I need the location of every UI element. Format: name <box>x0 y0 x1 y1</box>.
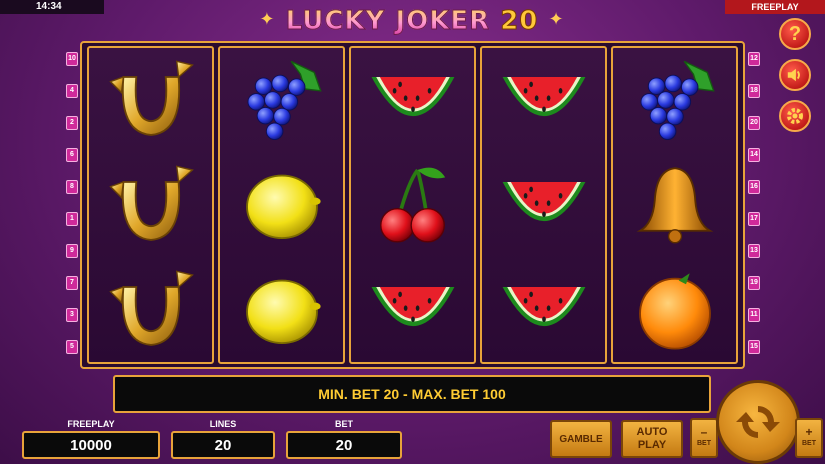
bet-label: BET <box>335 419 353 429</box>
gear-icon <box>787 108 803 124</box>
sound-button[interactable] <box>779 59 811 91</box>
lines-panel: LINES 20 <box>171 419 275 459</box>
reel-4 <box>480 46 607 364</box>
payline-tag[interactable]: 5 <box>66 340 78 354</box>
logo-ornament-left: ✦ <box>259 9 276 30</box>
payline-tag[interactable]: 14 <box>748 148 760 162</box>
freeplay-label: FREEPLAY <box>67 419 115 429</box>
watermelon-symbol <box>354 261 472 359</box>
payline-tag[interactable]: 9 <box>66 244 78 258</box>
autoplay-button[interactable]: AUTO PLAY <box>621 420 683 458</box>
payline-tag[interactable]: 4 <box>66 84 78 98</box>
payline-tag[interactable]: 7 <box>66 276 78 290</box>
horseshoe-symbol <box>92 51 210 149</box>
plus-icon: + <box>805 425 813 439</box>
orange-symbol <box>616 261 734 359</box>
payline-indicators-right: 12 18 20 14 16 17 13 19 11 15 <box>748 52 760 372</box>
cherries-symbol <box>354 156 472 254</box>
watermelon-symbol <box>485 51 603 149</box>
horseshoe-symbol <box>92 156 210 254</box>
payline-tag[interactable]: 19 <box>748 276 760 290</box>
spin-button[interactable] <box>716 380 800 464</box>
bet-increase-label: BET <box>802 440 816 447</box>
logo-title: LUCKY JOKER <box>285 6 491 37</box>
help-button[interactable]: ? <box>779 18 811 50</box>
gamble-button[interactable]: GAMBLE <box>550 420 612 458</box>
payline-tag[interactable]: 6 <box>66 148 78 162</box>
payline-tag[interactable]: 3 <box>66 308 78 322</box>
autoplay-label-line1: AUTO <box>636 426 668 438</box>
minus-icon: – <box>700 425 708 439</box>
payline-tag[interactable]: 2 <box>66 116 78 130</box>
reel-5 <box>611 46 738 364</box>
bell-symbol <box>616 156 734 254</box>
watermelon-symbol <box>485 156 603 254</box>
bet-increase-button[interactable]: + BET <box>795 418 823 458</box>
lemon-symbol <box>223 156 341 254</box>
watermelon-symbol <box>485 261 603 359</box>
game-logo: ✦ LUCKY JOKER 20 ✦ <box>232 6 592 40</box>
settings-button[interactable] <box>779 100 811 132</box>
clock: 14:34 <box>0 0 104 14</box>
payline-indicators-left: 10 4 2 6 8 1 9 7 3 5 <box>66 52 78 372</box>
payline-tag[interactable]: 8 <box>66 180 78 194</box>
logo-number: 20 <box>500 6 539 37</box>
freeplay-panel: FREEPLAY 10000 <box>22 419 160 459</box>
freeplay-value: 10000 <box>22 431 160 459</box>
watermelon-symbol <box>354 51 472 149</box>
bet-value[interactable]: 20 <box>286 431 402 459</box>
autoplay-label-line2: PLAY <box>637 439 667 451</box>
reel-3 <box>349 46 476 364</box>
payline-tag[interactable]: 1 <box>66 212 78 226</box>
message-bar: MIN. BET 20 - MAX. BET 100 <box>113 375 711 413</box>
reel-grid <box>80 41 745 369</box>
sound-icon <box>787 68 800 82</box>
payline-tag[interactable]: 12 <box>748 52 760 66</box>
bet-limits-message: MIN. BET 20 - MAX. BET 100 <box>318 386 506 402</box>
reel-2 <box>218 46 345 364</box>
lemon-symbol <box>223 261 341 359</box>
grapes-symbol <box>223 51 341 149</box>
payline-tag[interactable]: 13 <box>748 244 760 258</box>
payline-tag[interactable]: 11 <box>748 308 760 322</box>
spin-arrows-icon <box>736 406 780 438</box>
bet-decrease-button[interactable]: – BET <box>690 418 718 458</box>
help-icon: ? <box>788 22 802 45</box>
lines-value[interactable]: 20 <box>171 431 275 459</box>
payline-tag[interactable]: 17 <box>748 212 760 226</box>
grapes-symbol <box>616 51 734 149</box>
horseshoe-symbol <box>92 261 210 359</box>
payline-tag[interactable]: 18 <box>748 84 760 98</box>
lines-label: LINES <box>209 419 237 429</box>
bet-panel: BET 20 <box>286 419 402 459</box>
reel-1 <box>87 46 214 364</box>
payline-tag[interactable]: 20 <box>748 116 760 130</box>
payline-tag[interactable]: 10 <box>66 52 78 66</box>
payline-tag[interactable]: 16 <box>748 180 760 194</box>
payline-tag[interactable]: 15 <box>748 340 760 354</box>
mode-badge: FREEPLAY <box>725 0 825 14</box>
logo-ornament-right: ✦ <box>548 9 565 30</box>
bet-decrease-label: BET <box>697 440 711 447</box>
gamble-label: GAMBLE <box>559 433 603 445</box>
